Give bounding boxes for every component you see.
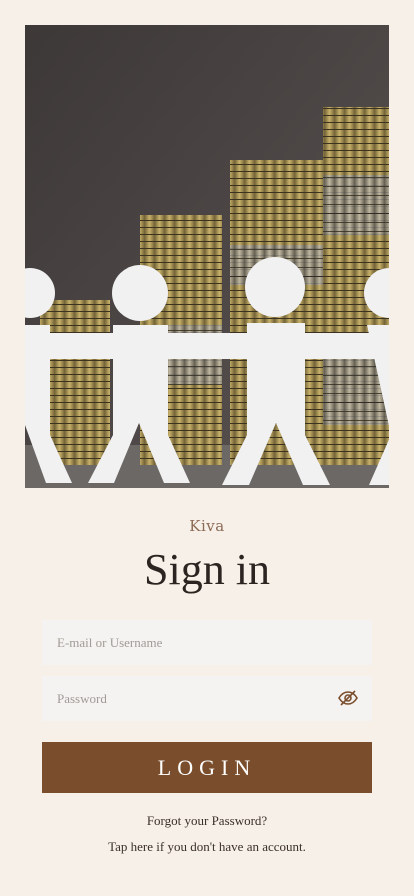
forgot-password-link[interactable]: Forgot your Password?	[0, 813, 414, 829]
signup-link[interactable]: Tap here if you don't have an account.	[0, 839, 414, 855]
email-username-input[interactable]	[42, 620, 372, 665]
brand-name: Kiva	[189, 517, 225, 535]
page-title: Sign in	[144, 545, 270, 594]
hero-image	[25, 25, 389, 488]
password-input[interactable]	[42, 676, 372, 721]
eye-slash-icon[interactable]	[337, 689, 359, 707]
login-button[interactable]: LOGIN	[42, 742, 372, 793]
